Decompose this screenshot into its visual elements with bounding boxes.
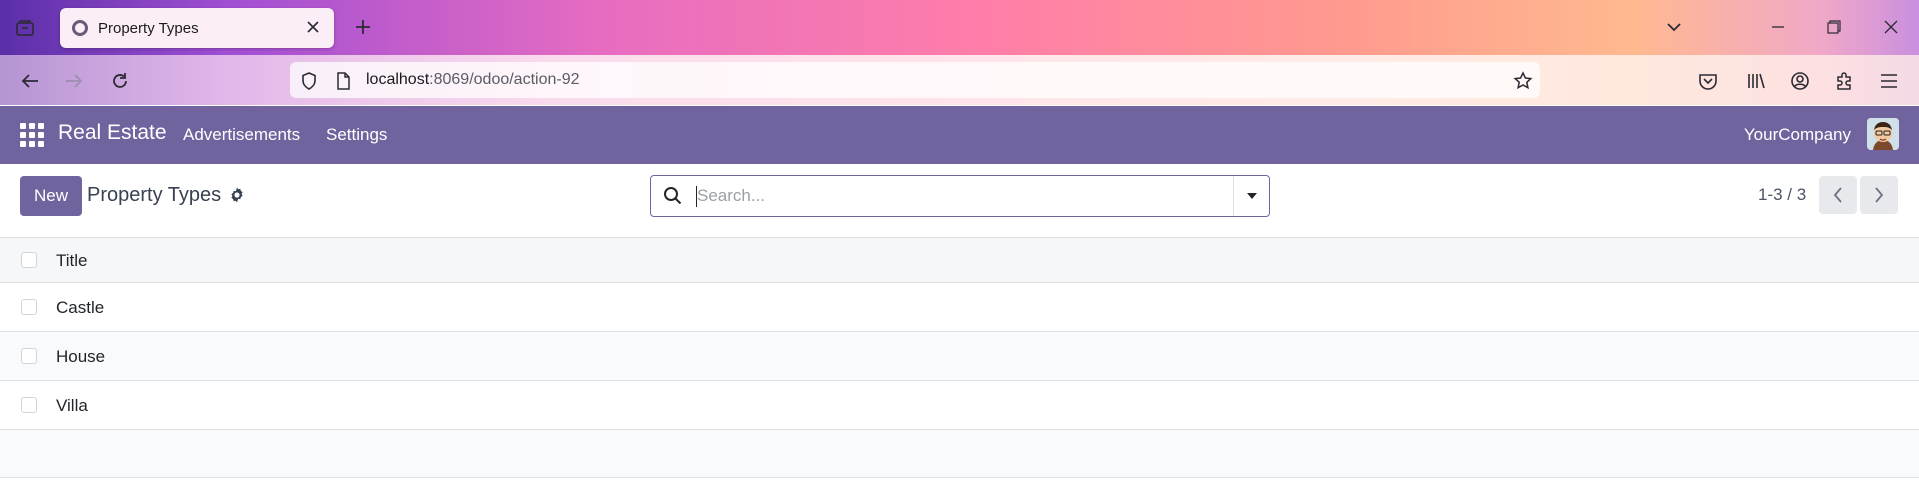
table-row[interactable]: House: [0, 332, 1919, 381]
back-icon[interactable]: [16, 67, 44, 95]
app-grid-icon[interactable]: [20, 123, 44, 147]
row-title[interactable]: Villa: [56, 396, 88, 416]
account-icon[interactable]: [1786, 67, 1814, 95]
menu-icon[interactable]: [1875, 67, 1903, 95]
page-title: Property Types: [87, 184, 222, 206]
menu-advertisements[interactable]: Advertisements: [183, 125, 300, 145]
search-options-toggle[interactable]: [1233, 176, 1269, 216]
user-avatar[interactable]: [1867, 118, 1899, 150]
company-switcher[interactable]: YourCompany: [1744, 125, 1851, 145]
restore-icon[interactable]: [1820, 14, 1848, 40]
url-host: localhost: [366, 71, 430, 88]
close-window-icon[interactable]: [1877, 14, 1905, 40]
close-tab-icon[interactable]: [304, 18, 322, 36]
extensions-icon[interactable]: [1830, 67, 1858, 95]
search-input[interactable]: [697, 184, 1217, 208]
pager-previous-button[interactable]: [1819, 176, 1857, 214]
chevron-right-icon: [1875, 187, 1884, 203]
page-icon[interactable]: [332, 70, 354, 92]
new-tab-icon[interactable]: [350, 14, 376, 40]
shield-icon[interactable]: [298, 70, 320, 92]
table-row[interactable]: Villa: [0, 381, 1919, 430]
menu-settings[interactable]: Settings: [326, 125, 387, 145]
url-path: :8069/odoo/action-92: [429, 71, 580, 88]
caret-down-icon: [1246, 193, 1257, 199]
table-row[interactable]: Castle: [0, 283, 1919, 332]
minimize-icon[interactable]: [1764, 14, 1792, 40]
list-view: Title Castle House Villa: [0, 238, 1919, 478]
odoo-top-bar: Real Estate Advertisements Settings Your…: [0, 106, 1919, 164]
url-bar[interactable]: localhost:8069/odoo/action-92: [290, 62, 1540, 98]
library-icon[interactable]: [1742, 67, 1770, 95]
reload-icon[interactable]: [106, 67, 134, 95]
url-text[interactable]: localhost:8069/odoo/action-92: [366, 71, 580, 89]
list-header: Title: [0, 238, 1919, 283]
new-button[interactable]: New: [20, 176, 82, 216]
row-checkbox[interactable]: [21, 397, 37, 413]
forward-icon[interactable]: [60, 67, 88, 95]
browser-tab[interactable]: Property Types: [60, 8, 334, 48]
column-header-title[interactable]: Title: [56, 251, 88, 271]
tab-title: Property Types: [98, 19, 199, 37]
list-all-tabs-icon[interactable]: [1660, 14, 1688, 40]
empty-row: [0, 430, 1919, 478]
control-panel: New Property Types 1-3 / 3: [0, 164, 1919, 238]
select-all-checkbox[interactable]: [21, 252, 37, 268]
tab-list-icon[interactable]: [12, 16, 38, 40]
gear-icon[interactable]: [228, 186, 246, 204]
app-name[interactable]: Real Estate: [58, 121, 167, 145]
odoo-favicon-icon: [72, 20, 88, 36]
browser-chrome: Property Types localhost:8069/odoo/actio…: [0, 0, 1919, 105]
pager-value[interactable]: 1-3 / 3: [1758, 185, 1806, 205]
search-icon: [663, 186, 683, 206]
pager-next-button[interactable]: [1860, 176, 1898, 214]
tab-strip: Property Types: [0, 0, 1919, 55]
chevron-left-icon: [1833, 187, 1842, 203]
bookmark-star-icon[interactable]: [1512, 70, 1534, 92]
row-checkbox[interactable]: [21, 348, 37, 364]
search-bar[interactable]: [650, 175, 1270, 217]
row-title[interactable]: House: [56, 347, 105, 367]
browser-navbar: localhost:8069/odoo/action-92: [0, 55, 1919, 105]
row-title[interactable]: Castle: [56, 298, 104, 318]
row-checkbox[interactable]: [21, 299, 37, 315]
pocket-icon[interactable]: [1694, 67, 1722, 95]
